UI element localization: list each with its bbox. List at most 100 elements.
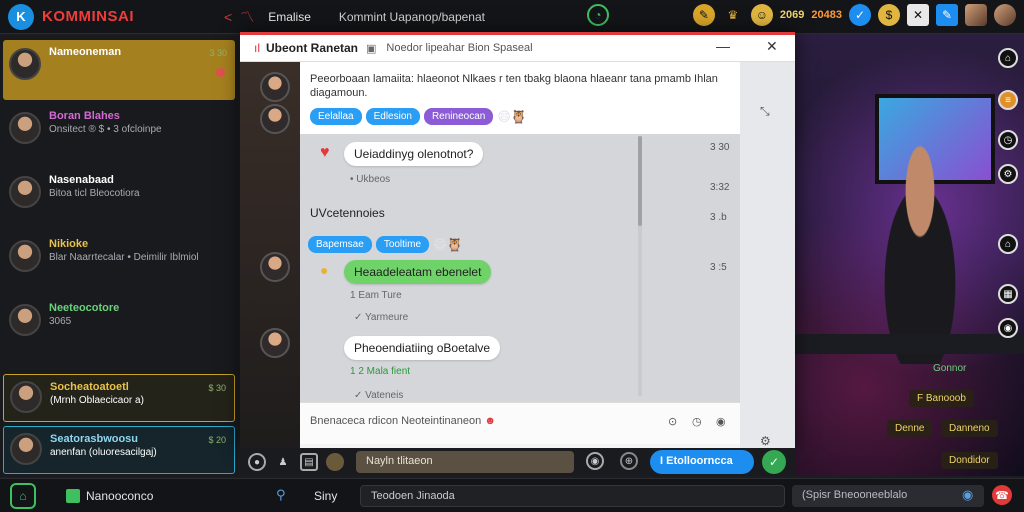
top-bar: K KOMMINSAI < 〽 Emalise Kommint Uapanop/…	[0, 0, 1024, 34]
list-item[interactable]: Boran Blahes Onsitect ® $ • 3 ofcloinpe	[3, 104, 235, 164]
reaction-prompt: Bnenaceca rdicon Neoteintinaneon	[310, 415, 482, 427]
conversation-preview: Blar Naarrtecalar • Deimilir Iblmiol	[49, 252, 199, 263]
wave-icon[interactable]: 〽	[240, 7, 254, 27]
message-bubble[interactable]: Heaadeleatam ebenelet	[344, 260, 492, 284]
intro-text: Peeorboaan lamaiita: hlaeonot Nlkaes r t…	[310, 73, 718, 99]
image-icon: ▣	[366, 42, 377, 55]
link-icon[interactable]: ⚲	[276, 487, 286, 503]
emoji-picker-icon[interactable]: ◉	[586, 452, 604, 470]
avatar[interactable]	[260, 104, 290, 134]
avatar[interactable]	[965, 4, 987, 26]
message-meta: ✓ Yarmeure	[354, 312, 409, 323]
dialog-title: Ubeont Ranetan	[266, 41, 359, 55]
back-icon[interactable]: <	[224, 9, 232, 25]
timer-icon[interactable]: ◔	[586, 4, 609, 26]
video-label[interactable]: Dondidor	[941, 452, 998, 469]
coin-icon[interactable]: $	[878, 4, 900, 26]
app-logo[interactable]: K	[8, 3, 34, 30]
reaction-icon[interactable]: ⊙	[668, 415, 677, 428]
avatar[interactable]	[326, 453, 344, 471]
avatar[interactable]	[260, 328, 290, 358]
home-icon[interactable]: ⌂	[10, 482, 36, 509]
conversation-name: Neeteocotore	[49, 302, 120, 314]
chip[interactable]: Renineocan	[423, 108, 494, 125]
settings-icon[interactable]: ⚙	[998, 164, 1018, 184]
record-icon[interactable]: ●	[248, 453, 266, 471]
video-label: Gonnor	[933, 363, 967, 374]
message-meta: 1 2 Mala fient	[350, 366, 411, 377]
list-item[interactable]: Socheatoatoetl (Mrnh Oblaecicaor a) $ 30	[3, 374, 235, 422]
feather-icon[interactable]: ✎	[692, 4, 715, 26]
stat-counter-2: 20483	[811, 9, 842, 21]
conversation-dialog: ıl Ubeont Ranetan ▣ Noedor lipeahar Bion…	[240, 32, 795, 448]
emoji-icon: ●	[320, 262, 329, 278]
lock-icon[interactable]: ⌂	[998, 234, 1018, 254]
chat-icon[interactable]: ◉	[998, 318, 1018, 338]
shield-icon[interactable]: ✓	[849, 4, 871, 26]
globe-icon[interactable]: ⊕	[620, 452, 638, 470]
avatar[interactable]	[260, 72, 290, 102]
list-item[interactable]: Neeteocotore 3065	[3, 296, 235, 356]
chip[interactable]: Eelallaa	[310, 108, 362, 125]
status-label[interactable]: Nanooconco	[66, 488, 153, 503]
send-button[interactable]: I Etolloorncca	[650, 450, 754, 474]
avatar	[9, 240, 41, 272]
collapse-icon[interactable]: ⤡	[760, 104, 770, 119]
confirm-icon[interactable]: ✓	[762, 450, 786, 474]
avatar[interactable]	[260, 252, 290, 282]
video-label[interactable]: Danneno	[941, 420, 998, 437]
conversation-time: $ 20	[208, 435, 226, 445]
list-item[interactable]: Nikioke Blar Naarrtecalar • Deimilir Ibl…	[3, 232, 235, 292]
section-label: UVcetennoies	[310, 206, 385, 220]
menu-icon[interactable]: ≡	[998, 90, 1018, 110]
user-icon[interactable]: ♟	[274, 453, 292, 471]
reaction-icon[interactable]: ⚙	[760, 434, 771, 448]
timestamp: 3 30	[710, 142, 730, 153]
message-bubble[interactable]: Pheoendiatiing oBoetalve	[344, 336, 501, 360]
grid-icon[interactable]: ✕	[907, 4, 929, 26]
profile-avatar[interactable]	[994, 4, 1016, 26]
list-item[interactable]: Nasenabaad Bitoa ticl Bleocotiora	[3, 168, 235, 228]
notification-icon[interactable]: ☎	[992, 485, 1012, 505]
message-bubble[interactable]: Ueiaddinyg olenotnot?	[344, 142, 484, 166]
chip[interactable]: Tooltime	[375, 236, 430, 253]
video-desk	[795, 334, 1024, 354]
chat-header-subtitle: Kommint Uapanop/bapenat	[338, 9, 485, 24]
tab-active[interactable]: Emalise	[268, 10, 311, 24]
list-item[interactable]: Seatorasbwoosu anenfan (oluoresacilgaj) …	[3, 426, 235, 474]
bottom-bar: ⌂ Nanooconco ⚲ Siny Teodoen Jinaoda (Spi…	[0, 478, 1024, 512]
video-panel[interactable]: Gonnor F Banooob Denne Danneno Dondidor …	[795, 34, 1024, 476]
message-input[interactable]: Nayln tlitaeon	[356, 451, 574, 473]
scrollbar-thumb[interactable]	[638, 136, 642, 226]
minimize-icon[interactable]: —	[716, 38, 730, 54]
attach-icon[interactable]: ▤	[300, 453, 318, 471]
video-streamer	[865, 134, 975, 364]
top-right-toolbar: ◔ ✎ ♛ ☺ 2069 20483 ✓ $ ✕ ✎	[586, 4, 1016, 26]
close-icon[interactable]: ✕	[766, 38, 778, 55]
command-input[interactable]: Teodoen Jinaoda	[360, 485, 785, 507]
search-input[interactable]: (Spisr Bneooneeblalo	[792, 485, 984, 507]
globe-icon[interactable]: ◉	[962, 487, 973, 503]
crown-icon[interactable]: ♛	[722, 4, 744, 26]
list-item[interactable]: Nameoneman 3 30	[3, 40, 235, 100]
reaction-icon[interactable]: ◉	[716, 415, 726, 428]
dialog-right-column: ⤡ ⚙	[740, 62, 795, 448]
participant-rail	[240, 62, 300, 448]
video-label[interactable]: Denne	[887, 420, 933, 437]
dialog-subtitle: Noedor lipeahar Bion Spaseal	[386, 42, 533, 54]
check-icon	[66, 488, 80, 503]
bottom-left-text: Siny	[314, 489, 338, 503]
clock-icon[interactable]: ◷	[998, 130, 1018, 150]
timestamp: 3 :5	[710, 262, 727, 273]
chip[interactable]: Edlesion	[365, 108, 420, 125]
conversation-name: Seatorasbwoosu	[50, 433, 139, 445]
home-icon[interactable]: ⌂	[998, 48, 1018, 68]
conversation-preview: Onsitect ® $ • 3 ofcloinpe	[49, 124, 162, 135]
grid-icon[interactable]: ▦	[998, 284, 1018, 304]
reaction-icon[interactable]: ◷	[692, 415, 702, 428]
avatar	[9, 112, 41, 144]
edit-icon[interactable]: ✎	[936, 4, 958, 26]
face-icon[interactable]: ☺	[750, 4, 773, 26]
chip[interactable]: Bapemsae	[308, 236, 372, 253]
video-label[interactable]: F Banooob	[909, 390, 974, 407]
